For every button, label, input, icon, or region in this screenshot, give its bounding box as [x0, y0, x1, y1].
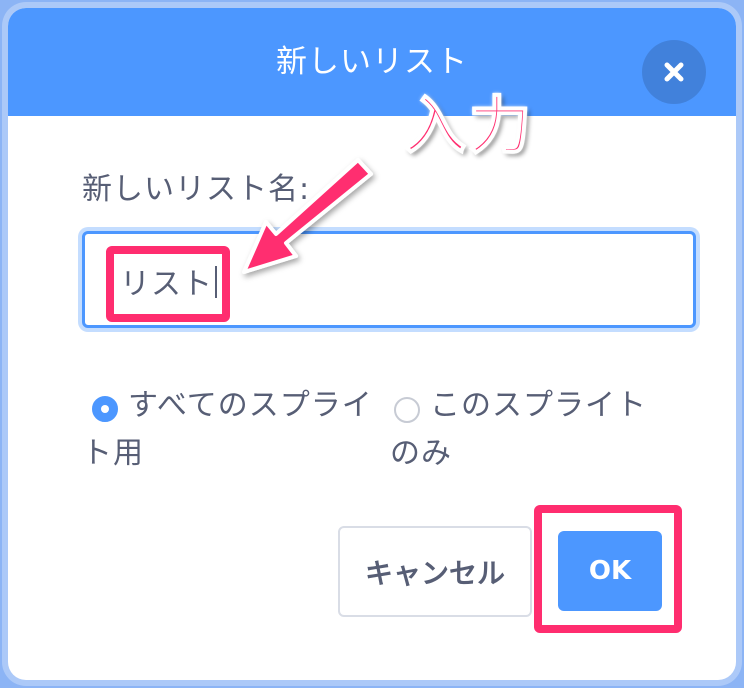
radio-this-sprite-label-line2[interactable]: のみ — [390, 430, 452, 478]
cancel-button[interactable]: キャンセル — [338, 526, 532, 617]
ok-highlight-box — [534, 505, 682, 633]
input-highlight-box — [106, 246, 230, 322]
radio-all-sprites-label-line2[interactable]: ト用 — [82, 430, 144, 478]
list-name-label: 新しいリスト名: — [82, 172, 311, 207]
dialog-title: 新しいリスト — [276, 44, 468, 80]
close-button[interactable] — [642, 40, 706, 104]
radio-all-sprites-label-line1[interactable]: すべてのスプライ — [128, 382, 373, 430]
close-icon — [664, 62, 684, 82]
annotation-label: 入力 — [403, 88, 535, 163]
dialog-header: 新しいリスト — [8, 8, 736, 116]
radio-all-sprites[interactable] — [92, 396, 118, 422]
radio-this-sprite-only[interactable] — [394, 397, 420, 423]
radio-this-sprite-label-line1[interactable]: このスプライト — [430, 382, 647, 430]
